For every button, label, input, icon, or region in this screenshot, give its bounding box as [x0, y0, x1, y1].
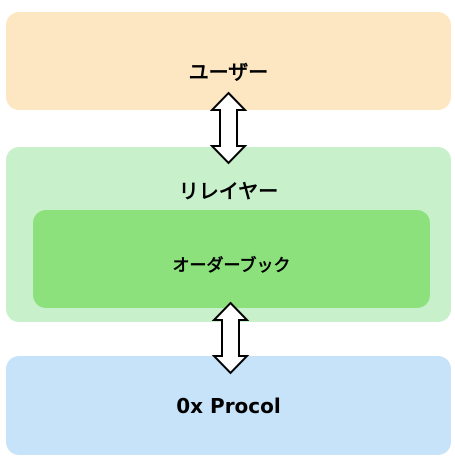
relayer-protocol-double-arrow-icon	[211, 301, 250, 375]
user-label: ユーザー	[188, 60, 269, 84]
relayer-label: リレイヤー	[178, 179, 279, 203]
protocol-label: 0x Procol	[176, 394, 281, 418]
orderbook-box: オーダーブック	[33, 210, 430, 308]
orderbook-label: オーダーブック	[172, 256, 291, 276]
user-relayer-double-arrow-icon	[209, 91, 248, 165]
architecture-diagram: ユーザー リレイヤー オーダーブック 0x Procol	[0, 0, 455, 465]
